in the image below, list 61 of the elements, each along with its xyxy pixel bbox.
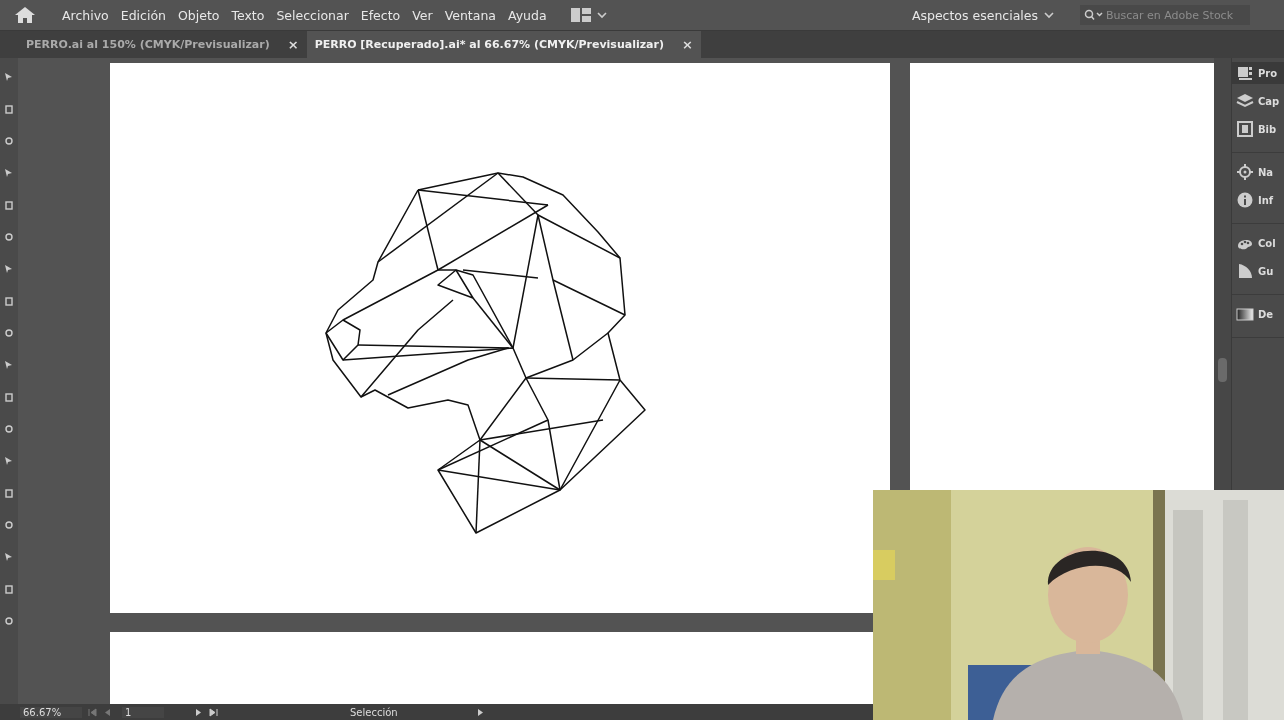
layers-icon: [1236, 92, 1254, 110]
last-icon[interactable]: [209, 707, 218, 717]
close-button[interactable]: ×: [682, 37, 693, 52]
menu-item[interactable]: Efecto: [354, 7, 407, 23]
menu-item[interactable]: Ayuda: [502, 7, 553, 23]
menu-item[interactable]: Seleccionar: [270, 7, 355, 23]
menu-item[interactable]: Archivo: [56, 7, 115, 23]
tool-icon[interactable]: [4, 520, 14, 530]
search-icon[interactable]: [1084, 9, 1104, 21]
tool-icon[interactable]: [4, 200, 14, 210]
menu-item[interactable]: Ventana: [438, 7, 502, 23]
next-icon[interactable]: [194, 707, 203, 717]
caret-icon[interactable]: [1044, 11, 1054, 19]
tool-icon[interactable]: [4, 392, 14, 402]
menu-item[interactable]: Ver: [406, 7, 439, 23]
scrollbar[interactable]: [1214, 58, 1231, 490]
panel-button[interactable]: Col: [1232, 232, 1284, 254]
tool-icon[interactable]: [4, 552, 14, 562]
panel-button[interactable]: Cap: [1232, 90, 1284, 112]
tool-icon[interactable]: [4, 488, 14, 498]
workspace-switcher[interactable]: Aspectos esenciales: [911, 7, 1054, 23]
tool-icon[interactable]: [4, 104, 14, 114]
document-tab[interactable]: PERRO [Recuperado].ai* al 66.67% (CMYK/Previsualizar) ×: [306, 31, 701, 58]
close-button[interactable]: ×: [287, 37, 299, 52]
menu-item[interactable]: Objeto: [171, 7, 226, 23]
previous-icon[interactable]: [103, 707, 112, 717]
tool-icon[interactable]: [4, 424, 14, 434]
tool-icon[interactable]: [4, 360, 14, 370]
gradient-icon: [1236, 305, 1254, 323]
zoom-field[interactable]: 66.67%: [20, 706, 82, 718]
play-icon[interactable]: [476, 707, 485, 717]
tool-icon[interactable]: [4, 456, 14, 466]
library-icon: [1236, 120, 1254, 138]
tool-icon[interactable]: [4, 136, 14, 146]
home-icon[interactable]: [14, 6, 36, 24]
current-tool: Selección: [350, 706, 399, 718]
menu-item[interactable]: Texto: [225, 7, 271, 23]
panel-button[interactable]: Inf: [1232, 189, 1284, 211]
navigator-icon: [1236, 163, 1254, 181]
panel-button[interactable]: Pro: [1232, 62, 1284, 84]
first-icon[interactable]: [88, 707, 97, 717]
tool-icon[interactable]: [4, 584, 14, 594]
caret-icon[interactable]: [596, 11, 607, 19]
menu-item[interactable]: Edición: [114, 7, 172, 23]
properties-icon: [1236, 64, 1254, 82]
tool-icon[interactable]: [4, 328, 14, 338]
artboard-field[interactable]: 1: [122, 706, 164, 718]
tool-icon[interactable]: [4, 264, 14, 274]
panel-button[interactable]: De: [1232, 303, 1284, 325]
tool-icon[interactable]: [4, 72, 14, 82]
tool-icon[interactable]: [4, 296, 14, 306]
info-icon: [1236, 191, 1254, 209]
layout-icon[interactable]: [570, 8, 591, 22]
tool-icon[interactable]: [4, 616, 14, 626]
tool-icon[interactable]: [4, 232, 14, 242]
tool-icon[interactable]: [4, 168, 14, 178]
panel-button[interactable]: Bib: [1232, 118, 1284, 140]
panel-button[interactable]: Gu: [1232, 260, 1284, 282]
panel-button[interactable]: Na: [1232, 161, 1284, 183]
guide-icon: [1236, 262, 1254, 280]
search-field[interactable]: Buscar en Adobe Stock: [1080, 5, 1250, 25]
